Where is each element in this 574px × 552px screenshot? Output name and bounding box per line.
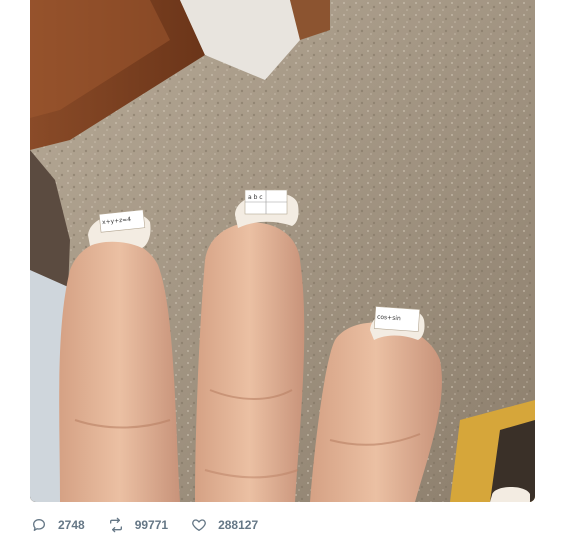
- tweet-actions-bar: 2748 99771 288127: [30, 514, 280, 536]
- reply-button[interactable]: 2748: [30, 516, 85, 534]
- reply-count: 2748: [58, 518, 85, 532]
- nail-note-middle: a b c: [248, 194, 263, 201]
- like-count: 288127: [218, 518, 259, 532]
- heart-icon: [190, 516, 208, 534]
- tweet-photo[interactable]: x+y+z=4 a b c cos+sin: [30, 0, 535, 502]
- reply-icon: [30, 516, 48, 534]
- retweet-icon: [107, 516, 125, 534]
- retweet-count: 99771: [134, 518, 169, 532]
- retweet-button[interactable]: 99771: [107, 516, 168, 534]
- photo-fingers-with-notes: x+y+z=4 a b c cos+sin: [30, 0, 535, 502]
- like-button[interactable]: 288127: [190, 516, 258, 534]
